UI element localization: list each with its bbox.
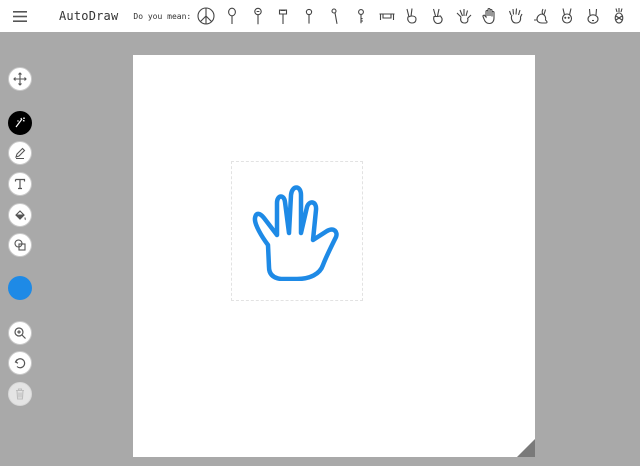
text-icon xyxy=(14,178,26,190)
color-picker-button[interactable] xyxy=(8,276,32,300)
suggestion-raised-hand[interactable] xyxy=(503,0,529,32)
suggestion-key[interactable] xyxy=(348,0,374,32)
shapes-icon xyxy=(14,239,26,251)
autodraw-tool-button[interactable] xyxy=(8,111,32,135)
suggestion-bench[interactable] xyxy=(374,0,400,32)
suggestion-label: Do you mean: xyxy=(133,11,192,21)
lollipop-icon xyxy=(253,7,262,25)
hand-drawing[interactable] xyxy=(249,181,345,281)
suggestion-spread-hand[interactable] xyxy=(451,0,477,32)
zoom-icon xyxy=(14,327,26,339)
hamburger-menu-icon xyxy=(13,10,27,22)
suggestion-pineapple[interactable] xyxy=(606,0,632,32)
move-arrows-icon xyxy=(13,72,27,86)
text-tool-button[interactable] xyxy=(8,172,32,196)
push-pin-icon xyxy=(306,8,313,24)
peace-hand-icon xyxy=(406,8,418,24)
balloon-icon xyxy=(227,7,236,24)
suggestion-rabbit[interactable] xyxy=(529,0,555,32)
pineapple-icon xyxy=(614,8,624,24)
app-title: AutoDraw xyxy=(59,9,119,23)
suggestion-list xyxy=(193,0,632,32)
suggestion-victory-hand[interactable] xyxy=(425,0,451,32)
suggestion-lollipop[interactable] xyxy=(245,0,271,32)
left-toolbar xyxy=(0,32,40,466)
pencil-icon xyxy=(15,147,26,160)
suggestion-match-stick[interactable] xyxy=(322,0,348,32)
bunny-icon xyxy=(562,8,573,24)
open-palm-icon xyxy=(482,7,495,25)
draw-tool-button[interactable] xyxy=(8,141,32,165)
hand-stroke xyxy=(252,185,339,281)
raised-hand-icon xyxy=(508,8,523,24)
bench-icon xyxy=(379,13,395,20)
suggestion-peace-hand[interactable] xyxy=(400,0,426,32)
suggestion-balloon[interactable] xyxy=(219,0,245,32)
autodraw-icon xyxy=(15,117,25,128)
zoom-tool-button[interactable] xyxy=(8,321,32,345)
move-tool-button[interactable] xyxy=(8,67,32,91)
spread-hand-icon xyxy=(456,9,472,24)
undo-icon xyxy=(14,358,26,369)
fill-bucket-icon xyxy=(15,210,26,221)
suggestion-ice-cream[interactable] xyxy=(271,0,297,32)
rabbit-face-icon xyxy=(587,8,599,24)
top-bar: AutoDraw Do you mean: xyxy=(0,0,640,32)
suggestion-bunny[interactable] xyxy=(554,0,580,32)
page-corner-fold xyxy=(517,439,535,457)
drawing-canvas[interactable] xyxy=(133,55,535,457)
victory-hand-icon xyxy=(433,8,443,25)
suggestion-push-pin[interactable] xyxy=(296,0,322,32)
key-icon xyxy=(357,9,364,24)
shape-tool-button[interactable] xyxy=(8,233,32,257)
suggestion-rabbit-face[interactable] xyxy=(580,0,606,32)
suggestion-open-palm[interactable] xyxy=(477,0,503,32)
suggestion-peace-sign[interactable] xyxy=(193,0,219,32)
menu-button[interactable] xyxy=(0,0,40,32)
ice-cream-icon xyxy=(279,9,288,24)
rabbit-icon xyxy=(534,8,549,24)
delete-button[interactable] xyxy=(8,382,32,406)
peace-sign-icon xyxy=(197,7,215,25)
undo-button[interactable] xyxy=(8,351,32,375)
fill-tool-button[interactable] xyxy=(8,203,32,227)
match-stick-icon xyxy=(331,8,338,24)
delete-icon xyxy=(16,388,24,400)
